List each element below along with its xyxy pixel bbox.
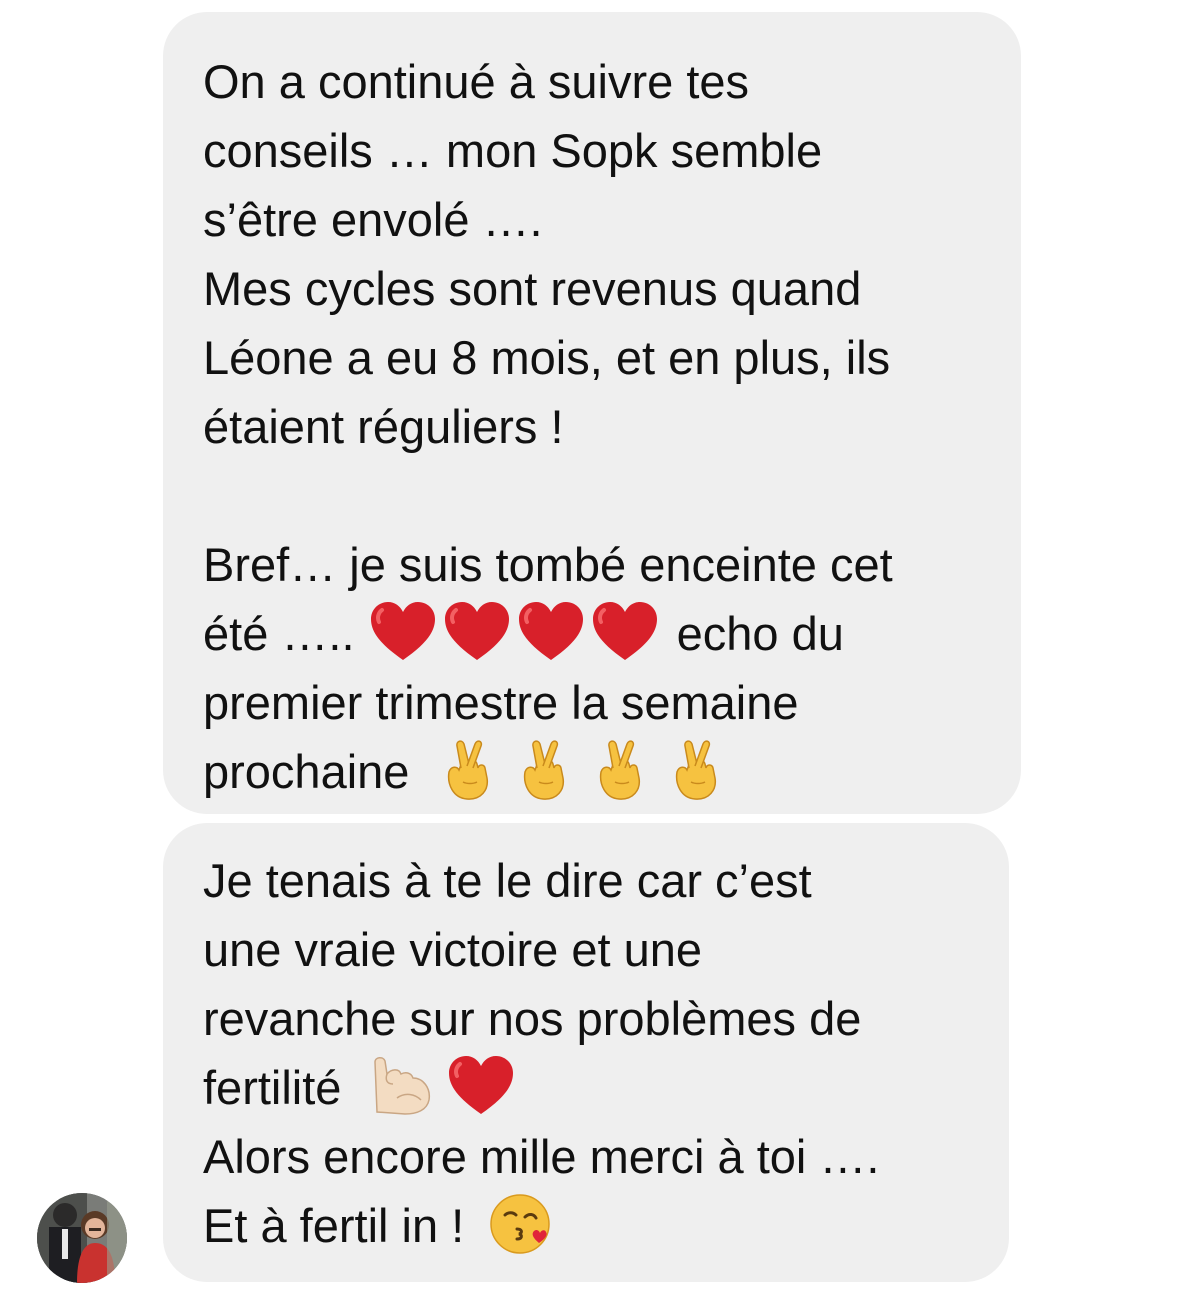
message-line: On a continué à suivre tes <box>203 55 750 108</box>
message-line: Je tenais à te le dire car c’est <box>203 854 812 907</box>
flexed-biceps-icon <box>367 1054 433 1118</box>
message-line: s’être envolé …. <box>203 193 543 246</box>
crossed-fingers-icon <box>665 738 723 802</box>
red-heart-icon <box>516 600 586 664</box>
red-heart-icon <box>446 1054 516 1118</box>
message-line-with-emoji: fertilité <box>203 1053 1009 1122</box>
message-bubble[interactable]: Je tenais à te le dire car c’est une vra… <box>163 823 1009 1282</box>
message-line: Bref… je suis tombé enceinte cet <box>203 538 893 591</box>
message-line-with-emoji: été ….. echo du <box>203 599 1021 668</box>
message-line: revanche sur nos problèmes de <box>203 992 862 1045</box>
crossed-fingers-icon <box>589 738 647 802</box>
message-line: conseils … mon Sopk semble <box>203 124 823 177</box>
message-text: été ….. <box>203 607 355 660</box>
red-heart-icon <box>590 600 660 664</box>
heart-emoji-group <box>368 601 677 660</box>
message-line: Léone a eu 8 mois, et en plus, ils <box>203 331 891 384</box>
message-line: premier trimestre la semaine <box>203 676 799 729</box>
message-line: Alors encore mille merci à toi …. <box>203 1130 880 1183</box>
red-heart-icon <box>368 600 438 664</box>
message-line: une vraie victoire et une <box>203 923 703 976</box>
avatar-photo <box>37 1193 127 1283</box>
crossed-fingers-emoji-group <box>437 739 727 800</box>
message-line: Mes cycles sont revenus quand <box>203 262 862 315</box>
face-blowing-kiss-icon <box>489 1191 555 1257</box>
avatar[interactable] <box>37 1193 127 1283</box>
message-line: étaient réguliers ! <box>203 400 564 453</box>
message-bubble[interactable]: On a continué à suivre tes conseils … mo… <box>163 12 1021 814</box>
crossed-fingers-icon <box>513 738 571 802</box>
message-text: fertilité <box>203 1061 342 1114</box>
message-text: echo du <box>676 607 844 660</box>
crossed-fingers-icon <box>437 738 495 802</box>
message-text: prochaine <box>203 745 410 798</box>
red-heart-icon <box>442 600 512 664</box>
message-line-with-emoji: Et à fertil in ! <box>203 1191 1009 1260</box>
message-line-with-emoji: prochaine <box>203 737 1021 806</box>
message-text: Et à fertil in ! <box>203 1199 465 1252</box>
